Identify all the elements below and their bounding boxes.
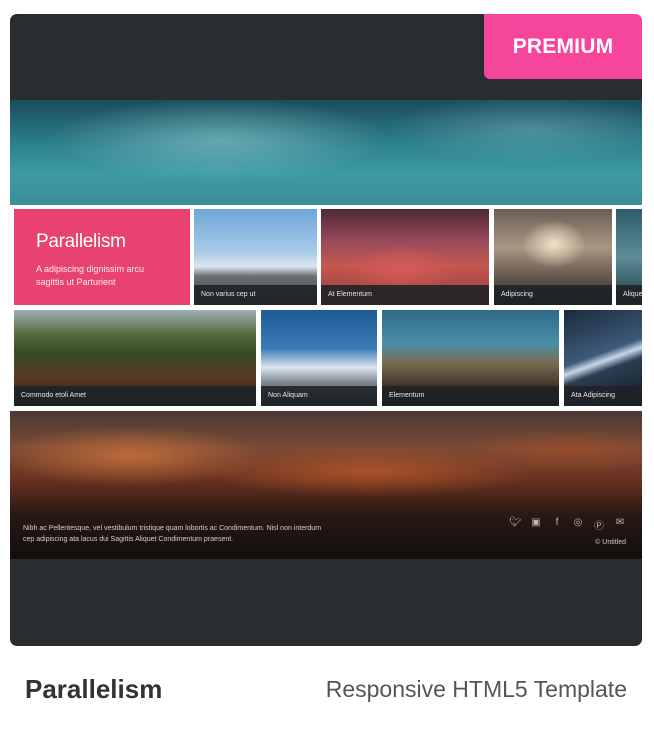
- gallery-tile-village[interactable]: Elementum: [382, 310, 559, 406]
- gallery-caption: Ata Adipiscing: [564, 386, 642, 406]
- social-icons: 🐦︎ ▣ f ◎ Ⓟ ✉: [509, 517, 626, 532]
- gallery-tile-lights[interactable]: Ata Adipiscing: [564, 310, 642, 406]
- gallery-caption: Aliquet: [616, 285, 642, 305]
- gallery-caption: Elementum: [382, 386, 559, 406]
- footer-text: Nibh ac Pellentesque, vel vestibulum tri…: [23, 523, 323, 545]
- gallery-tile-autumn[interactable]: At Elementum: [321, 209, 489, 305]
- pinterest-icon[interactable]: Ⓟ: [593, 517, 605, 532]
- twitter-icon[interactable]: 🐦︎: [509, 517, 522, 532]
- facebook-icon[interactable]: f: [551, 517, 563, 532]
- intro-subtitle: A adipiscing dignissim arcu sagittis ut …: [36, 264, 145, 287]
- instagram-icon[interactable]: ▣: [530, 517, 542, 532]
- product-name[interactable]: Parallelism: [25, 674, 162, 705]
- mail-icon[interactable]: ✉: [614, 517, 626, 532]
- template-preview[interactable]: Parallelism A adipiscing dignissim arcu …: [10, 100, 642, 559]
- product-description: Responsive HTML5 Template: [325, 676, 627, 702]
- footer-sunset-image: Nibh ac Pellentesque, vel vestibulum tri…: [10, 411, 642, 559]
- template-card[interactable]: PREMIUM Parallelism A adipiscing digniss…: [10, 14, 642, 646]
- intro-tile: Parallelism A adipiscing dignissim arcu …: [14, 209, 190, 305]
- footer-text-line: Nibh ac Pellentesque, vel vestibulum tri…: [23, 525, 322, 532]
- intro-title: Parallelism: [36, 231, 126, 252]
- dribbble-icon[interactable]: ◎: [572, 517, 584, 532]
- gallery-caption: Adipiscing: [494, 285, 612, 305]
- gallery-tile-forest[interactable]: Aliquet: [616, 209, 642, 305]
- gallery-caption: Non varius cep ut: [194, 285, 317, 305]
- footer-text-line: cep adipiscing ata lacus dui Sagittis Al…: [23, 536, 234, 543]
- hero-sky-image: [10, 100, 642, 205]
- gallery-caption: Commodo etoli Amet: [14, 386, 256, 406]
- gallery-tile-bridge[interactable]: Commodo etoli Amet: [14, 310, 256, 406]
- copyright: © Untitled: [595, 539, 626, 546]
- premium-badge: PREMIUM: [484, 14, 642, 79]
- gallery-tile-mountains[interactable]: Non Aliquam: [261, 310, 377, 406]
- gallery-tile-road[interactable]: Non varius cep ut: [194, 209, 317, 305]
- gallery-caption: At Elementum: [321, 285, 489, 305]
- gallery-caption: Non Aliquam: [261, 386, 377, 406]
- gallery-tile-clouds[interactable]: Adipiscing: [494, 209, 612, 305]
